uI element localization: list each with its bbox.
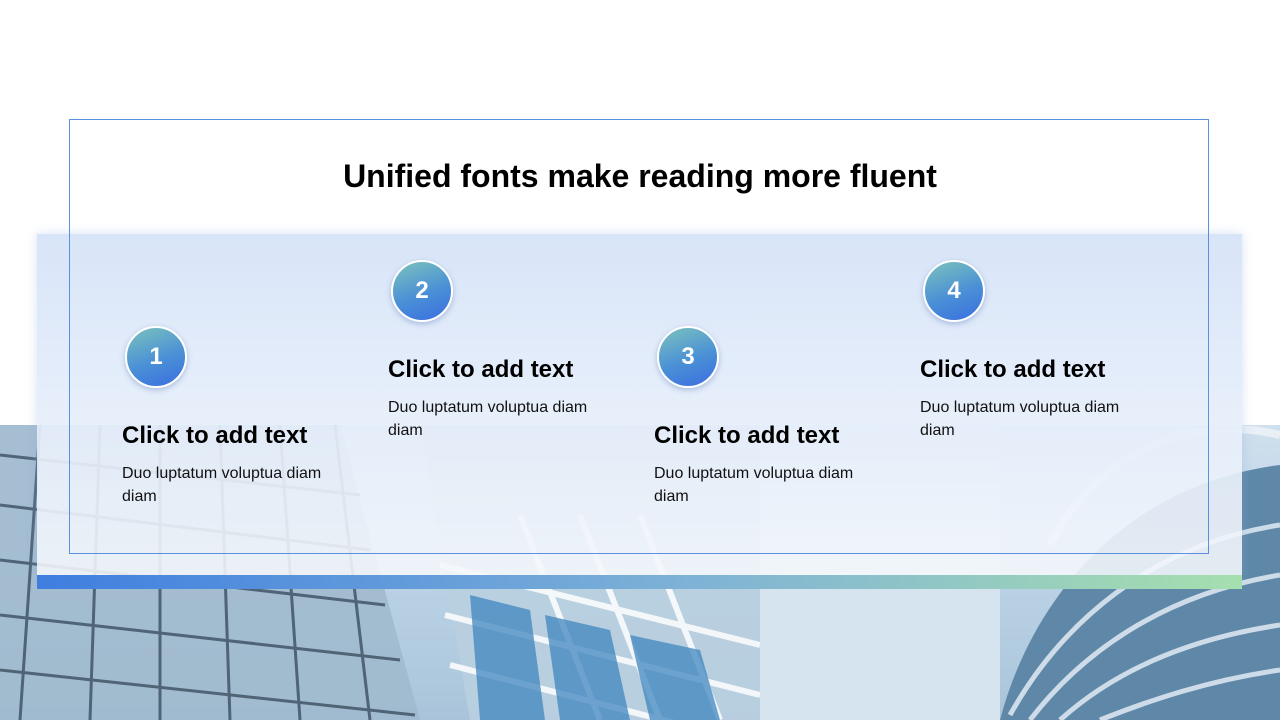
step-description[interactable]: Duo luptatum voluptua diam diam [388,396,603,442]
step-number-badge: 2 [391,260,453,322]
step-2: 2 Click to add text Duo luptatum voluptu… [388,260,618,442]
step-3: 3 Click to add text Duo luptatum voluptu… [654,326,884,508]
step-description[interactable]: Duo luptatum voluptua diam diam [122,462,337,508]
step-description[interactable]: Duo luptatum voluptua diam diam [654,462,869,508]
gradient-accent-bar [37,575,1242,589]
step-description[interactable]: Duo luptatum voluptua diam diam [920,396,1135,442]
step-heading[interactable]: Click to add text [388,356,618,384]
step-heading[interactable]: Click to add text [920,356,1150,384]
step-4: 4 Click to add text Duo luptatum voluptu… [920,260,1150,442]
step-heading[interactable]: Click to add text [122,422,352,450]
step-number-badge: 1 [125,326,187,388]
step-heading[interactable]: Click to add text [654,422,884,450]
slide-title[interactable]: Unified fonts make reading more fluent [0,158,1280,195]
step-number-badge: 3 [657,326,719,388]
step-number-badge: 4 [923,260,985,322]
step-1: 1 Click to add text Duo luptatum voluptu… [122,326,352,508]
